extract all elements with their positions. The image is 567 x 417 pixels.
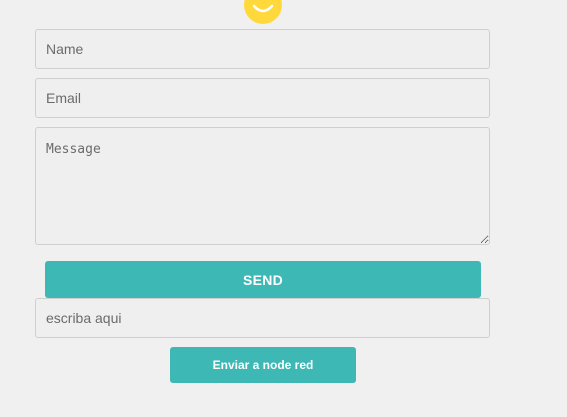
smiley-face-icon bbox=[244, 0, 282, 24]
message-textarea[interactable] bbox=[35, 127, 490, 245]
name-input[interactable] bbox=[35, 29, 490, 69]
send-button[interactable]: SEND bbox=[45, 261, 481, 298]
node-red-input[interactable] bbox=[35, 298, 490, 338]
email-input[interactable] bbox=[35, 78, 490, 118]
page: SEND Enviar a node red bbox=[0, 0, 567, 417]
send-to-node-red-button[interactable]: Enviar a node red bbox=[170, 347, 356, 383]
